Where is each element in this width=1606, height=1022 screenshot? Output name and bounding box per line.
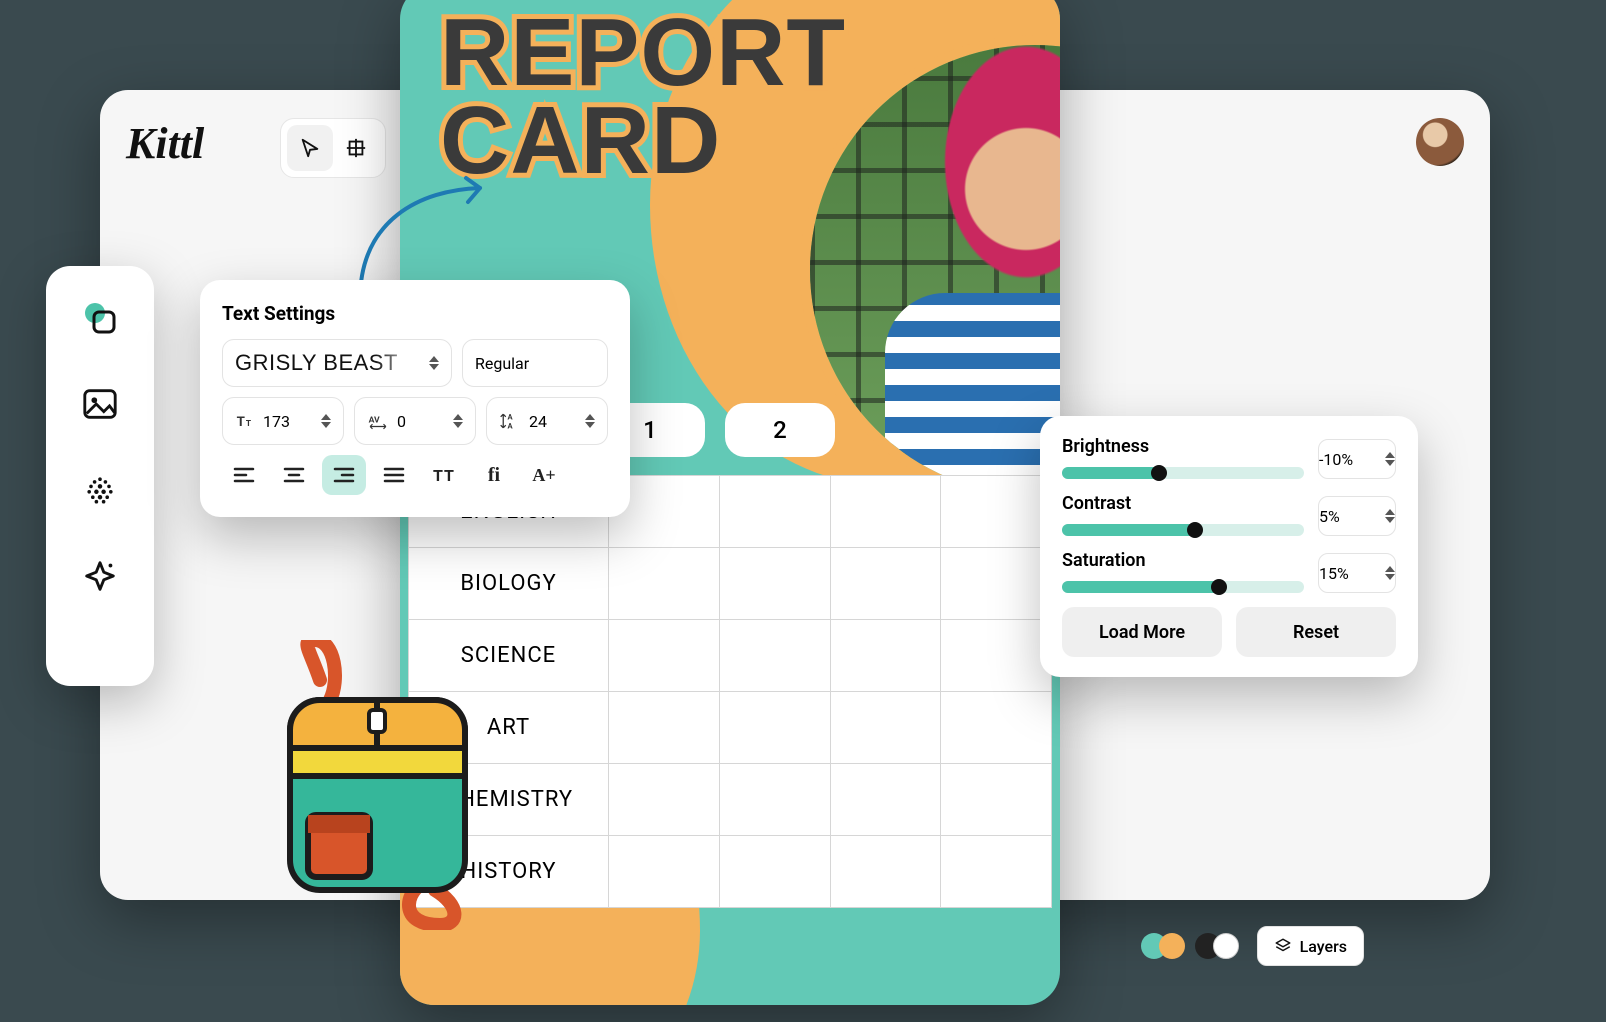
grade-cell[interactable] — [830, 476, 941, 548]
font-family-value: GRISLY BEAST — [235, 350, 421, 376]
crop-tool[interactable] — [333, 125, 379, 171]
grade-cell[interactable] — [719, 620, 830, 692]
student-photo[interactable] — [800, 35, 1060, 505]
leading-input[interactable]: AA 24 — [486, 397, 608, 445]
svg-text:AV: AV — [369, 416, 380, 426]
font-family-select[interactable]: GRISLY BEAST — [222, 339, 452, 387]
font-size-value: 173 — [263, 412, 290, 431]
grade-cell[interactable] — [830, 764, 941, 836]
ligature-button[interactable]: fi — [472, 455, 516, 495]
grade-cell[interactable] — [719, 548, 830, 620]
select-tool[interactable] — [287, 125, 333, 171]
stepper-icon[interactable] — [585, 414, 595, 428]
canvas-title[interactable]: REPORT CARD — [440, 9, 846, 186]
table-row[interactable]: BIOLOGY — [409, 548, 1052, 620]
font-weight-select[interactable]: Regular — [462, 339, 608, 387]
layers-label: Layers — [1300, 937, 1347, 956]
svg-text:A: A — [507, 412, 513, 421]
align-center-button[interactable] — [272, 455, 316, 495]
brightness-value: -10% — [1319, 450, 1353, 469]
grade-cell[interactable] — [609, 692, 720, 764]
grade-cell[interactable] — [609, 620, 720, 692]
header-pill-2[interactable]: 2 — [725, 403, 835, 457]
text-effects-button[interactable]: A+ — [522, 455, 566, 495]
align-right-button[interactable] — [322, 455, 366, 495]
grade-cell[interactable] — [941, 764, 1052, 836]
texture-tool[interactable] — [72, 462, 128, 518]
font-size-icon: TT — [235, 411, 255, 431]
stepper-icon[interactable] — [453, 414, 463, 428]
bottom-controls: Layers — [1149, 926, 1364, 966]
svg-text:A: A — [507, 422, 513, 431]
svg-text:T: T — [246, 419, 251, 429]
grade-cell[interactable] — [830, 548, 941, 620]
layers-button[interactable]: Layers — [1257, 926, 1364, 966]
font-family-stepper-icon — [429, 356, 439, 370]
grade-cell[interactable] — [941, 476, 1052, 548]
grade-cell[interactable] — [830, 692, 941, 764]
grade-cell[interactable] — [830, 620, 941, 692]
grade-cell[interactable] — [941, 548, 1052, 620]
saturation-slider[interactable] — [1062, 581, 1304, 593]
grade-cell[interactable] — [719, 836, 830, 908]
color-swatches[interactable] — [1149, 933, 1185, 959]
grade-cell[interactable] — [830, 836, 941, 908]
side-toolbar — [46, 266, 154, 686]
app-logo: Kittl — [126, 118, 204, 169]
user-avatar[interactable] — [1416, 118, 1464, 166]
font-size-input[interactable]: TT 173 — [222, 397, 344, 445]
contrast-slider[interactable] — [1062, 524, 1304, 536]
image-tool[interactable] — [72, 376, 128, 432]
brightness-value-box[interactable]: -10% — [1318, 439, 1396, 479]
text-settings-panel: Text Settings GRISLY BEAST Regular TT 17… — [200, 280, 630, 517]
grade-cell[interactable] — [941, 836, 1052, 908]
title-line-1: REPORT — [440, 9, 846, 97]
title-line-2: CARD — [440, 97, 846, 185]
brightness-slider[interactable] — [1062, 467, 1304, 479]
adjustments-panel: Brightness -10% Contrast 5% — [1040, 416, 1418, 677]
tracking-value: 0 — [397, 412, 406, 431]
grade-cell[interactable] — [719, 692, 830, 764]
grade-cell[interactable] — [609, 764, 720, 836]
uppercase-button[interactable]: TT — [422, 455, 466, 495]
contrast-value-box[interactable]: 5% — [1318, 496, 1396, 536]
text-settings-title: Text Settings — [222, 302, 608, 325]
grade-cell[interactable] — [609, 548, 720, 620]
subject-cell[interactable]: BIOLOGY — [409, 548, 609, 620]
contrast-label: Contrast — [1062, 493, 1304, 514]
svg-text:T: T — [237, 415, 245, 430]
saturation-value-box[interactable]: 15% — [1318, 553, 1396, 593]
backpack-illustration — [260, 640, 510, 930]
grade-cell[interactable] — [609, 836, 720, 908]
tracking-icon: AV — [367, 411, 389, 431]
saturation-value: 15% — [1319, 564, 1349, 583]
leading-value: 24 — [529, 412, 547, 431]
leading-icon: AA — [499, 411, 521, 431]
tracking-input[interactable]: AV 0 — [354, 397, 476, 445]
stepper-icon[interactable] — [321, 414, 331, 428]
brightness-label: Brightness — [1062, 436, 1304, 457]
top-toolbar — [280, 118, 386, 178]
grade-cell[interactable] — [719, 764, 830, 836]
align-left-button[interactable] — [222, 455, 266, 495]
swatch-light[interactable] — [1213, 933, 1239, 959]
grade-cell[interactable] — [941, 692, 1052, 764]
swatch-orange[interactable] — [1159, 933, 1185, 959]
font-weight-value: Regular — [475, 354, 529, 373]
contrast-value: 5% — [1319, 507, 1340, 526]
ai-tool[interactable] — [72, 548, 128, 604]
mode-swatches[interactable] — [1203, 933, 1239, 959]
saturation-label: Saturation — [1062, 550, 1304, 571]
load-more-button[interactable]: Load More — [1062, 607, 1222, 657]
grade-cell[interactable] — [719, 476, 830, 548]
shapes-tool[interactable] — [72, 290, 128, 346]
reset-button[interactable]: Reset — [1236, 607, 1396, 657]
layers-icon — [1274, 937, 1292, 955]
align-justify-button[interactable] — [372, 455, 416, 495]
header-pills: 1 2 — [595, 403, 835, 457]
grade-cell[interactable] — [941, 620, 1052, 692]
